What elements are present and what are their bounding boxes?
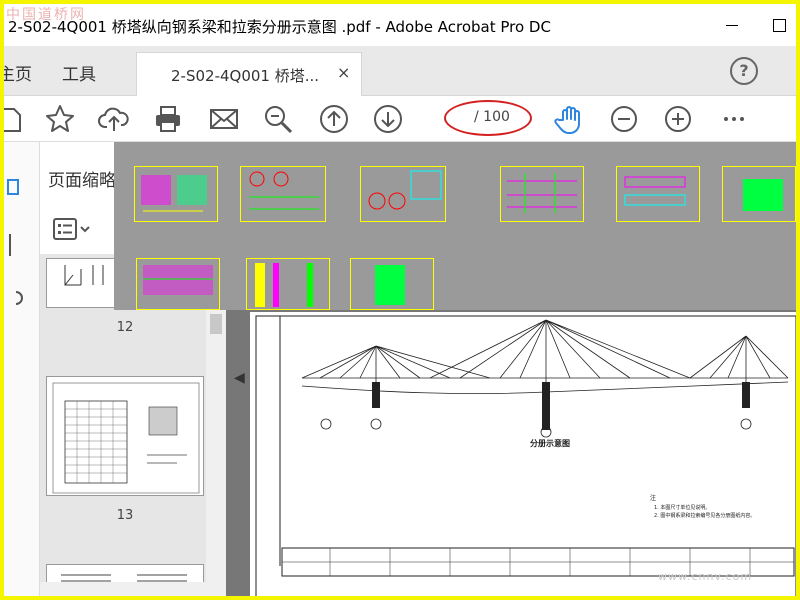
hand-tool-icon[interactable] xyxy=(554,103,586,135)
strip-thumb-7[interactable] xyxy=(136,258,220,310)
print-icon[interactable] xyxy=(152,103,184,135)
acrobat-window: 中国道桥网 2-S02-4Q001 桥塔纵向钢系梁和拉索分册示意图 .pdf -… xyxy=(4,4,796,596)
strip-thumb-1[interactable] xyxy=(134,166,218,222)
upload-cloud-icon[interactable] xyxy=(98,103,130,135)
save-icon[interactable] xyxy=(4,103,24,135)
note-line-1: 1. 本图尺寸单位见说明。 xyxy=(654,504,710,511)
window-title: 2-S02-4Q001 桥塔纵向钢系梁和拉索分册示意图 .pdf - Adobe… xyxy=(8,18,551,36)
tab-bar: 主页 工具 2-S02-4Q001 桥塔... × ? xyxy=(4,46,796,96)
tools-menu[interactable]: 工具 xyxy=(62,60,96,85)
strip-thumb-6[interactable] xyxy=(722,166,796,222)
attachment-icon[interactable] xyxy=(6,288,28,310)
home-menu[interactable]: 主页 xyxy=(4,60,32,85)
mail-icon[interactable] xyxy=(208,103,240,135)
left-rail xyxy=(4,142,40,596)
star-icon[interactable] xyxy=(44,103,76,135)
more-icon[interactable] xyxy=(718,103,750,135)
strip-thumb-2[interactable] xyxy=(240,166,326,222)
thumbnail-page-13[interactable] xyxy=(46,376,204,496)
help-icon[interactable]: ? xyxy=(730,57,758,85)
panel-title: 页面缩略 xyxy=(48,171,116,191)
list-options-icon xyxy=(53,218,90,240)
drawing-caption: 分册示意图 xyxy=(530,438,570,448)
zoom-search-icon[interactable] xyxy=(262,103,294,135)
thumbnail-page-number: 12 xyxy=(116,320,134,335)
pdf-page: 分册示意图 注 1. 本图尺寸单位见说明。 2. 图中钢系梁和拉索编号见各分册图… xyxy=(250,312,796,596)
page-total: / 100 xyxy=(474,109,510,125)
strip-thumb-4[interactable] xyxy=(500,166,584,222)
note-line-2: 2. 图中钢系梁和拉索编号见各分册图纸内容。 xyxy=(654,512,755,519)
strip-thumb-8[interactable] xyxy=(246,258,330,310)
footer-watermark: www.cnnv.com xyxy=(658,570,753,583)
page-number-field[interactable]: / 100 xyxy=(450,105,526,131)
title-bar: 中国道桥网 2-S02-4Q001 桥塔纵向钢系梁和拉索分册示意图 .pdf -… xyxy=(4,4,796,46)
zoom-in-icon[interactable] xyxy=(662,103,694,135)
strip-thumb-9[interactable] xyxy=(350,258,434,310)
document-tab[interactable]: 2-S02-4Q001 桥塔... × xyxy=(136,52,362,96)
strip-thumb-5[interactable] xyxy=(616,166,700,222)
page-thumbnail-strip xyxy=(114,142,796,310)
notes-title: 注 xyxy=(650,494,656,502)
page-down-icon[interactable] xyxy=(372,103,404,135)
thumbnail-page-number: 13 xyxy=(116,508,134,523)
horizontal-scrollbar[interactable] xyxy=(40,582,226,596)
scrollbar-thumb[interactable] xyxy=(210,314,222,334)
maximize-button[interactable] xyxy=(768,14,790,36)
strip-thumb-3[interactable] xyxy=(360,166,446,222)
document-tab-label: 2-S02-4Q001 桥塔... xyxy=(171,67,320,85)
bookmark-icon[interactable] xyxy=(6,232,28,258)
thumbnail-options-button[interactable] xyxy=(48,214,96,244)
zoom-out-icon[interactable] xyxy=(608,103,640,135)
minimize-button[interactable] xyxy=(722,14,744,36)
page-thumbnails-icon[interactable] xyxy=(6,176,28,198)
close-tab-icon[interactable]: × xyxy=(337,63,350,82)
toolbar: / 100 xyxy=(4,96,796,142)
page-up-icon[interactable] xyxy=(318,103,350,135)
collapse-panel-arrow[interactable]: ◀ xyxy=(234,370,245,386)
